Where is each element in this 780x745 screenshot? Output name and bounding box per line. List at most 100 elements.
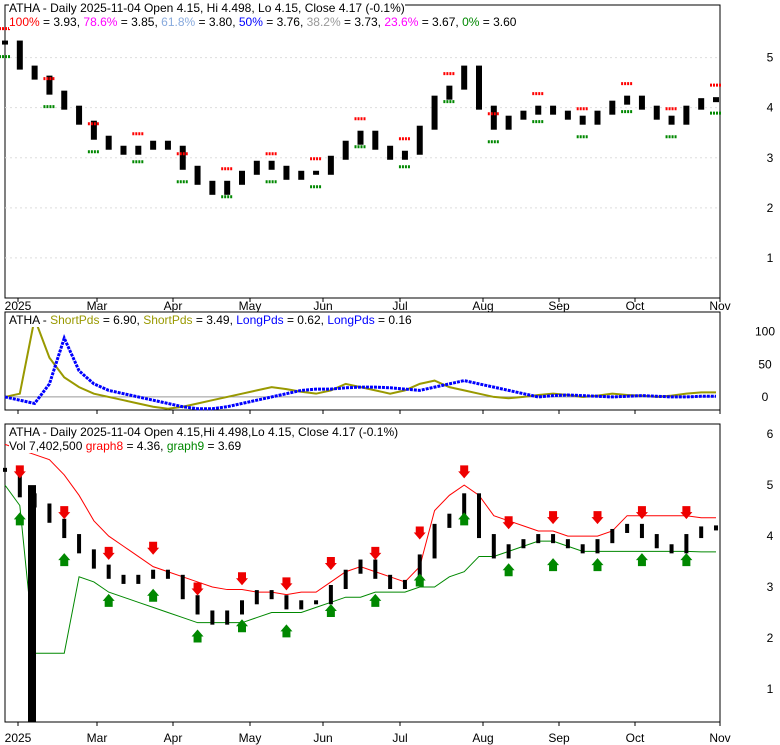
price-bar bbox=[653, 105, 660, 120]
fib-level-0: 100% = 3.93, bbox=[9, 15, 84, 29]
price-bar bbox=[253, 160, 260, 175]
signal-price-bar bbox=[388, 574, 393, 590]
y-tick-label: 4 bbox=[767, 101, 774, 115]
price-bar bbox=[2, 40, 8, 45]
price-bar bbox=[283, 165, 290, 180]
signal-price-bar bbox=[358, 559, 363, 574]
buy-arrow bbox=[458, 512, 471, 526]
x-tick-label-top: Apr bbox=[164, 299, 183, 313]
signal-price-bar bbox=[625, 523, 630, 533]
osc-y-tick-label: 0 bbox=[762, 390, 769, 404]
buy-arrow bbox=[324, 604, 337, 618]
price-bar bbox=[313, 170, 320, 175]
signal-price-bar bbox=[328, 585, 333, 605]
price-bar bbox=[61, 90, 68, 110]
signal-price-bar bbox=[3, 467, 7, 472]
price-bar bbox=[668, 115, 675, 125]
osc-legend-3: LongPds = 0.16 bbox=[327, 313, 412, 327]
osc-line-ShortPds bbox=[4, 314, 716, 410]
signal-price-bar bbox=[269, 590, 274, 600]
signal-price-bar bbox=[699, 526, 704, 539]
signal-price-bar bbox=[639, 523, 644, 539]
osc-legend-2: LongPds = 0.62, bbox=[236, 313, 328, 327]
buy-arrow bbox=[280, 624, 293, 638]
buy-arrow bbox=[635, 553, 648, 567]
x-tick-label-top: Mar bbox=[87, 299, 108, 313]
signal-y-tick-label: 2 bbox=[767, 631, 774, 645]
price-bar bbox=[461, 65, 468, 90]
price-bar bbox=[564, 110, 571, 120]
price-bar bbox=[76, 105, 83, 125]
price-bar bbox=[209, 180, 216, 195]
buy-arrow bbox=[191, 629, 204, 643]
price-bar bbox=[535, 105, 542, 115]
y-tick-label: 5 bbox=[767, 51, 774, 65]
signal-price-bar bbox=[580, 544, 585, 554]
sell-arrow bbox=[102, 546, 115, 560]
x-tick-label-top: May bbox=[239, 299, 262, 313]
oscillator-ticker: ATHA - bbox=[9, 313, 51, 327]
signal-price-bar bbox=[536, 534, 541, 544]
buy-arrow bbox=[502, 563, 515, 577]
osc-legend-1: ShortPds = 3.49, bbox=[143, 313, 237, 327]
signal-y-tick-label: 5 bbox=[767, 478, 774, 492]
signal-price-bar bbox=[47, 503, 52, 523]
signal-price-bar bbox=[521, 539, 526, 549]
price-bar bbox=[105, 135, 112, 150]
price-bar bbox=[490, 105, 497, 130]
signal-price-bar bbox=[136, 574, 141, 584]
signal-price-bar bbox=[77, 534, 82, 554]
price-bar bbox=[357, 130, 364, 145]
signal-price-bar bbox=[225, 610, 230, 625]
fib-level-2: 61.8% = 3.80, bbox=[161, 15, 239, 29]
signal-price-bar bbox=[684, 534, 689, 554]
signal-legend-2: graph9 = 3.69 bbox=[166, 439, 242, 453]
sell-arrow bbox=[635, 506, 648, 520]
osc-y-tick-label: 100 bbox=[755, 325, 775, 339]
price-bar bbox=[120, 145, 127, 155]
osc-y-tick-label: 50 bbox=[758, 357, 772, 371]
signal-y-tick-label: 4 bbox=[767, 529, 774, 543]
price-bar bbox=[372, 130, 379, 150]
price-bar bbox=[505, 115, 512, 130]
sell-arrow bbox=[236, 572, 248, 586]
x-tick-label-bottom: 2025 bbox=[5, 731, 32, 745]
x-tick-label-top: Aug bbox=[472, 299, 493, 313]
buy-arrow bbox=[591, 558, 604, 572]
signal-price-bar bbox=[373, 559, 378, 579]
signal-y-tick-label: 1 bbox=[767, 682, 774, 696]
price-bar bbox=[224, 180, 231, 195]
signal-price-bar bbox=[62, 518, 67, 539]
signal-price-bar bbox=[314, 600, 319, 605]
price-bar bbox=[624, 95, 631, 105]
price-bar bbox=[194, 165, 201, 185]
y-tick-label: 1 bbox=[767, 251, 774, 265]
signal-legend-1: graph8 = 4.36, bbox=[85, 439, 167, 453]
y-tick-label: 2 bbox=[767, 201, 774, 215]
stock-chart: 2025 2025 Mar Mar Apr Apr May May Jun Jun Jul Jul Au… bbox=[0, 0, 780, 745]
panel-frame-0 bbox=[4, 4, 721, 299]
signal-price-bar bbox=[714, 525, 718, 531]
sell-arrow bbox=[547, 511, 560, 525]
sell-arrow bbox=[591, 511, 604, 525]
fib-level-3: 50% = 3.76, bbox=[238, 15, 307, 29]
sell-arrow bbox=[280, 577, 293, 591]
signal-price-bar bbox=[402, 579, 407, 590]
sell-arrow bbox=[502, 516, 515, 530]
price-bar bbox=[164, 140, 171, 150]
price-bar bbox=[268, 160, 275, 170]
price-bar bbox=[298, 170, 305, 180]
price-bar bbox=[16, 40, 23, 70]
buy-arrow bbox=[547, 558, 560, 572]
x-tick-label-top: Sep bbox=[548, 299, 570, 313]
signal-price-bar bbox=[669, 544, 674, 554]
sell-arrow bbox=[13, 465, 26, 479]
fib-level-1: 78.6% = 3.85, bbox=[83, 15, 162, 29]
price-bar bbox=[342, 140, 349, 160]
price-bar bbox=[401, 150, 408, 160]
price-bar bbox=[698, 98, 705, 110]
x-tick-label-bottom: Nov bbox=[709, 731, 730, 745]
signal-y-tick-label: 6 bbox=[767, 427, 774, 441]
sell-arrow bbox=[458, 465, 471, 479]
signal-price-bar bbox=[195, 595, 200, 615]
